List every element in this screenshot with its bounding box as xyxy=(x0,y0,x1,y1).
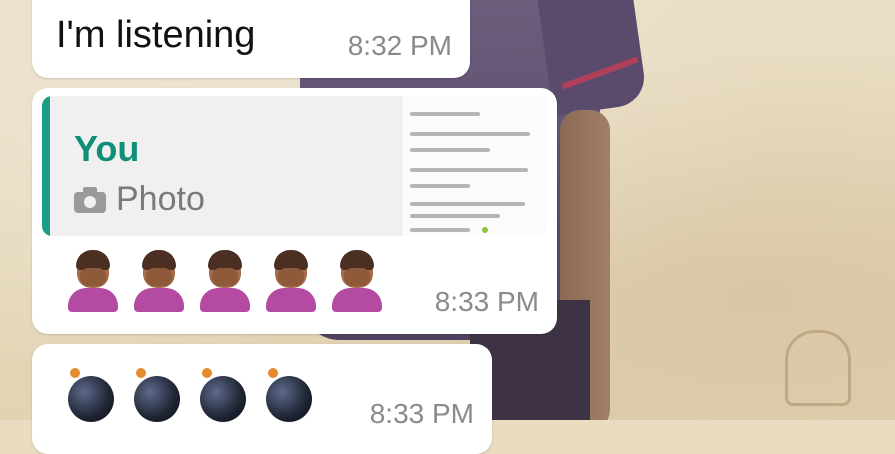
bomb-emoji-icon xyxy=(198,368,250,422)
facepalm-emoji-icon xyxy=(264,248,318,312)
message-text: I'm listening xyxy=(56,14,256,56)
bomb-emoji-icon xyxy=(132,368,184,422)
emoji-row xyxy=(66,248,384,312)
bomb-emoji-icon xyxy=(66,368,118,422)
facepalm-emoji-icon xyxy=(198,248,252,312)
quoted-type: Photo xyxy=(74,180,205,219)
quoted-photo-thumbnail xyxy=(401,96,547,236)
quote-accent-bar xyxy=(42,96,50,236)
quoted-message[interactable]: You Photo xyxy=(42,96,547,236)
facepalm-emoji-icon xyxy=(330,248,384,312)
bomb-emoji-icon xyxy=(264,368,316,422)
facepalm-emoji-icon xyxy=(132,248,186,312)
wallpaper-wall-shape xyxy=(785,330,851,406)
emoji-row xyxy=(66,368,316,422)
facepalm-emoji-icon xyxy=(66,248,120,312)
quoted-author: You xyxy=(74,128,140,169)
message-timestamp: 8:33 PM xyxy=(434,286,539,317)
message-bubble-reply[interactable]: You Photo 8:33 PM xyxy=(32,88,557,334)
message-timestamp: 8:32 PM xyxy=(347,30,452,61)
message-bubble[interactable]: I'm listening 8:32 PM xyxy=(32,0,470,78)
message-timestamp: 8:33 PM xyxy=(369,398,474,429)
message-bubble[interactable]: 8:33 PM xyxy=(32,344,492,454)
camera-icon xyxy=(74,186,106,213)
quoted-type-label: Photo xyxy=(116,180,205,218)
